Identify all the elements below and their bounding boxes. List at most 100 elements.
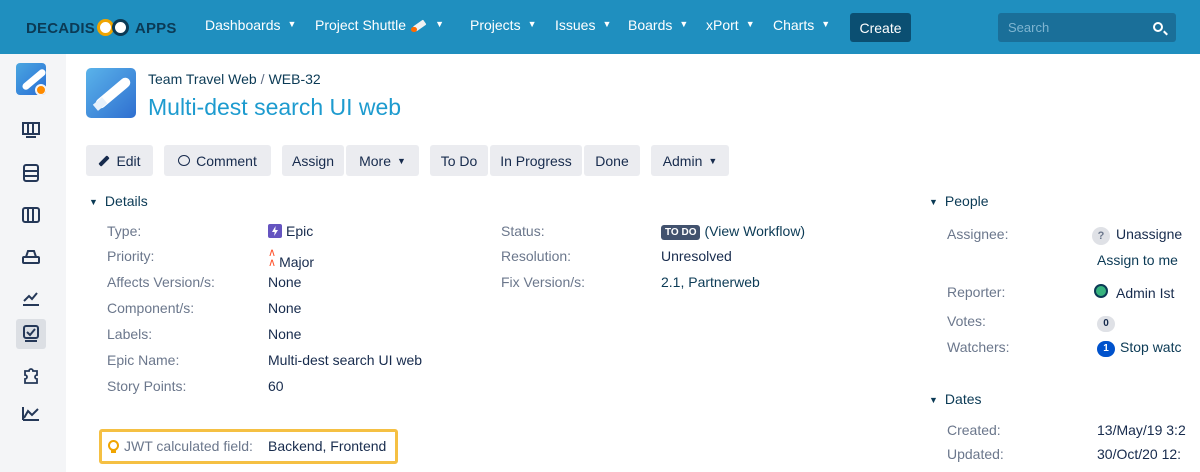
- todo-label: To Do: [440, 152, 478, 169]
- view-workflow-link[interactable]: (View Workflow): [704, 223, 805, 239]
- decadis-apps-logo[interactable]: DECADIS APPS: [26, 17, 177, 39]
- votes-value[interactable]: 0: [1097, 313, 1115, 332]
- project-avatar-icon: [16, 63, 46, 95]
- search-icon[interactable]: [1153, 22, 1163, 32]
- board-icon: [22, 122, 40, 138]
- sidebar-item-releases[interactable]: [16, 242, 46, 272]
- sidebar-item-columns[interactable]: [16, 200, 46, 230]
- admin-button[interactable]: Admin ▼: [651, 145, 729, 176]
- nav-project-shuttle[interactable]: Project Shuttle ▼: [315, 17, 444, 33]
- assign-to-me-link[interactable]: Assign to me: [1097, 252, 1178, 268]
- nav-projects[interactable]: Projects ▼: [470, 17, 537, 33]
- more-label: More: [359, 152, 391, 169]
- edit-button[interactable]: Edit: [86, 145, 153, 176]
- fix-versions-label: Fix Version/s:: [501, 274, 586, 290]
- sidebar-item-charts[interactable]: [16, 398, 46, 428]
- dates-section-toggle[interactable]: ▼ Dates: [929, 391, 982, 407]
- chevron-down-icon: ▼: [821, 19, 831, 29]
- story-points-value: 60: [268, 378, 284, 394]
- in-progress-label: In Progress: [500, 152, 572, 169]
- status-value: TO DO (View Workflow): [661, 223, 805, 240]
- type-value: Epic: [268, 223, 313, 239]
- nav-boards-label: Boards: [628, 17, 673, 33]
- people-heading: People: [944, 193, 989, 209]
- search-box[interactable]: Search: [998, 13, 1176, 42]
- watchers-value[interactable]: 1 Stop watc: [1097, 339, 1181, 357]
- reporter-value: Admin Ist: [1092, 283, 1174, 301]
- nav-issues[interactable]: Issues ▼: [555, 17, 611, 33]
- fix-versions-value[interactable]: 2.1, Partnerweb: [661, 274, 760, 290]
- done-button[interactable]: Done: [584, 145, 640, 176]
- epic-icon: [268, 224, 282, 238]
- stop-watching-link[interactable]: Stop watc: [1120, 339, 1181, 355]
- project-sidebar: [0, 54, 66, 472]
- done-label: Done: [595, 152, 629, 169]
- nav-project-shuttle-label: Project Shuttle: [315, 17, 407, 33]
- assign-button[interactable]: Assign: [282, 145, 344, 176]
- sidebar-item-board[interactable]: [16, 115, 46, 145]
- caret-down-icon: ▼: [929, 197, 938, 207]
- type-value-text: Epic: [286, 223, 314, 239]
- breadcrumb: Team Travel Web / WEB-32: [148, 71, 321, 87]
- status-label: Status:: [501, 223, 545, 239]
- comment-button[interactable]: Comment: [164, 145, 271, 176]
- admin-label: Admin: [662, 152, 703, 169]
- chevron-down-icon: ▼: [396, 155, 406, 166]
- sidebar-item-backlog[interactable]: [16, 158, 46, 188]
- logo-mark-icon: [96, 16, 133, 40]
- people-section-toggle[interactable]: ▼ People: [929, 193, 989, 209]
- priority-value: ∧ ∧ Major: [268, 248, 315, 271]
- affects-versions-label: Affects Version/s:: [107, 274, 215, 290]
- breadcrumb-project-link[interactable]: Team Travel Web: [148, 71, 257, 87]
- nav-xport-label: xPort: [706, 17, 739, 33]
- rocket-icon: [411, 19, 428, 32]
- priority-value-text: Major: [279, 254, 315, 270]
- nav-dashboards-label: Dashboards: [205, 17, 281, 33]
- columns-icon: [22, 207, 40, 223]
- created-label: Created:: [947, 422, 1001, 438]
- lightbulb-icon: [108, 440, 119, 453]
- dates-heading: Dates: [944, 391, 982, 407]
- issues-icon: [23, 325, 39, 342]
- nav-dashboards[interactable]: Dashboards ▼: [205, 17, 296, 33]
- search-placeholder: Search: [1008, 20, 1050, 35]
- releases-icon: [22, 250, 40, 264]
- labels-label: Labels:: [107, 326, 153, 342]
- caret-down-icon: ▼: [89, 197, 98, 207]
- in-progress-button[interactable]: In Progress: [490, 145, 582, 176]
- components-label: Component/s:: [107, 300, 195, 316]
- reporter-value-text: Admin Ist: [1116, 285, 1175, 301]
- sidebar-item-reports[interactable]: [16, 283, 46, 313]
- created-value: 13/May/19 3:2: [1097, 422, 1186, 438]
- chevron-down-icon: ▼: [602, 19, 612, 29]
- affects-versions-value: None: [268, 274, 302, 290]
- backlog-icon: [23, 164, 39, 182]
- nav-charts[interactable]: Charts ▼: [773, 17, 830, 33]
- breadcrumb-issue-key[interactable]: WEB-32: [269, 71, 321, 87]
- jwt-calculated-field-label: JWT calculated field:: [108, 438, 253, 454]
- more-button[interactable]: More ▼: [346, 145, 419, 176]
- issue-project-avatar[interactable]: [86, 68, 136, 118]
- chevron-down-icon: ▼: [708, 155, 718, 166]
- issue-title[interactable]: Multi-dest search UI web: [148, 94, 401, 121]
- todo-button[interactable]: To Do: [430, 145, 488, 176]
- chevron-down-icon: ▼: [679, 19, 689, 29]
- details-heading: Details: [104, 193, 148, 209]
- jwt-label-text: JWT calculated field:: [124, 438, 253, 454]
- votes-count-badge: 0: [1097, 316, 1115, 332]
- chevron-down-icon: ▼: [435, 19, 444, 29]
- create-button[interactable]: Create: [850, 13, 911, 42]
- comment-icon: [178, 155, 191, 166]
- assignee-label: Assignee:: [947, 226, 1009, 242]
- brand-name-part2: APPS: [134, 19, 177, 37]
- chevron-down-icon: ▼: [287, 19, 297, 29]
- sidebar-item-addons[interactable]: [16, 360, 46, 390]
- nav-projects-label: Projects: [470, 17, 521, 33]
- sidebar-item-issues[interactable]: [16, 319, 46, 349]
- nav-boards[interactable]: Boards ▼: [628, 17, 688, 33]
- details-section-toggle[interactable]: ▼ Details: [89, 193, 148, 209]
- sidebar-project-avatar[interactable]: [16, 63, 46, 95]
- nav-xport[interactable]: xPort ▼: [706, 17, 755, 33]
- breadcrumb-separator: /: [260, 71, 265, 87]
- top-navigation-bar: DECADIS APPS Dashboards ▼ Project Shuttle…: [0, 0, 1200, 54]
